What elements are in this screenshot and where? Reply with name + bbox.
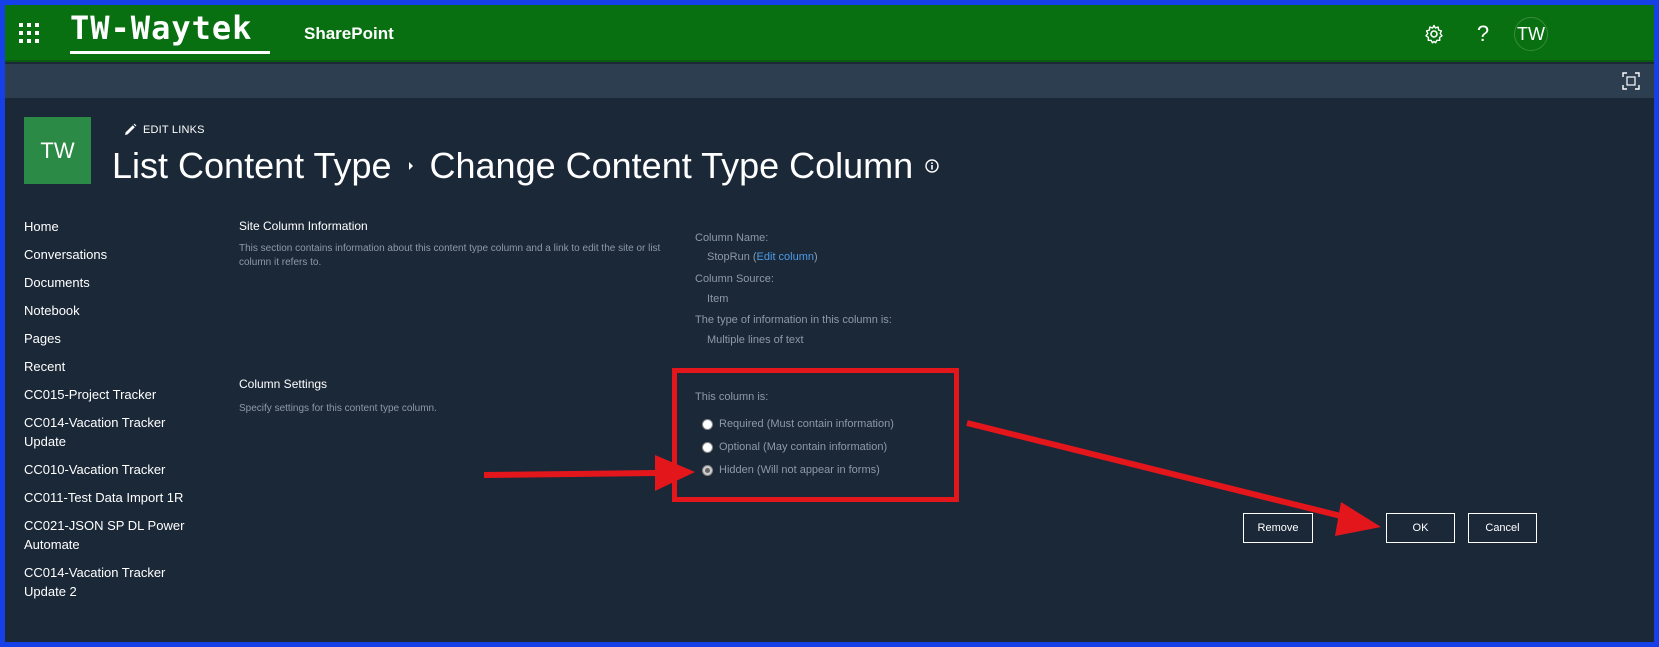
help-icon[interactable]: ?: [1468, 19, 1498, 49]
breadcrumb-parent[interactable]: List Content Type: [112, 145, 392, 187]
breadcrumb-separator-icon: [406, 159, 416, 173]
column-type-value: Multiple lines of text: [707, 334, 804, 346]
nav-item-cc010[interactable]: CC010-Vacation Tracker: [24, 460, 204, 479]
left-navigation: Home Conversations Documents Notebook Pa…: [24, 217, 204, 610]
nav-item-recent[interactable]: Recent: [24, 357, 204, 376]
page-title: List Content Type Change Content Type Co…: [112, 145, 939, 187]
gear-icon[interactable]: [1419, 19, 1449, 49]
avatar[interactable]: TW: [1514, 17, 1548, 51]
column-name-label: Column Name:: [695, 232, 769, 244]
edit-column-link[interactable]: Edit column: [757, 251, 814, 263]
nav-item-home[interactable]: Home: [24, 217, 204, 236]
app-name[interactable]: SharePoint: [304, 24, 394, 44]
sharepoint-window: TW-Waytek SharePoint ? TW TW EDIT LINKS …: [5, 5, 1654, 642]
column-source-value: Item: [707, 293, 729, 305]
breadcrumb-current: Change Content Type Column: [429, 145, 914, 186]
nav-item-cc021[interactable]: CC021-JSON SP DL Power Automate: [24, 516, 204, 554]
brand-logo-underline: [70, 51, 270, 54]
site-column-info-description: This section contains information about …: [239, 243, 661, 268]
column-source-label: Column Source:: [695, 273, 774, 285]
site-column-info-title: Site Column Information: [239, 219, 368, 233]
nav-item-cc015[interactable]: CC015-Project Tracker: [24, 385, 204, 404]
focus-mode-icon[interactable]: [1622, 72, 1640, 90]
site-logo[interactable]: TW: [24, 117, 91, 184]
command-bar: [5, 64, 1654, 98]
column-name-value: StopRun (Edit column): [707, 251, 818, 263]
cancel-button[interactable]: Cancel: [1468, 513, 1537, 543]
ok-button[interactable]: OK: [1386, 513, 1455, 543]
column-name-text: StopRun: [707, 251, 750, 263]
nav-item-notebook[interactable]: Notebook: [24, 301, 204, 320]
annotation-highlight-box: [672, 368, 959, 502]
edit-links-button[interactable]: EDIT LINKS: [123, 123, 205, 137]
remove-button[interactable]: Remove: [1243, 513, 1313, 543]
column-type-label: The type of information in this column i…: [695, 314, 892, 326]
info-icon[interactable]: [925, 159, 939, 173]
pencil-icon: [123, 123, 137, 137]
brand-logo[interactable]: TW-Waytek: [70, 9, 270, 57]
nav-item-cc014[interactable]: CC014-Vacation Tracker Update: [24, 413, 204, 451]
brand-logo-text: TW-Waytek: [70, 9, 253, 47]
edit-links-label: EDIT LINKS: [143, 124, 205, 136]
suite-bar: TW-Waytek SharePoint ? TW: [5, 5, 1654, 62]
nav-item-conversations[interactable]: Conversations: [24, 245, 204, 264]
app-launcher-icon[interactable]: [19, 23, 39, 43]
arrow-to-hidden-option: [483, 455, 695, 491]
arrow-to-ok-button: [966, 420, 1381, 536]
nav-item-documents[interactable]: Documents: [24, 273, 204, 292]
nav-item-cc011[interactable]: CC011-Test Data Import 1R: [24, 488, 204, 507]
nav-item-cc014-2[interactable]: CC014-Vacation Tracker Update 2: [24, 563, 204, 601]
column-settings-title: Column Settings: [239, 377, 328, 391]
column-settings-description: Specify settings for this content type c…: [239, 403, 437, 414]
nav-item-pages[interactable]: Pages: [24, 329, 204, 348]
